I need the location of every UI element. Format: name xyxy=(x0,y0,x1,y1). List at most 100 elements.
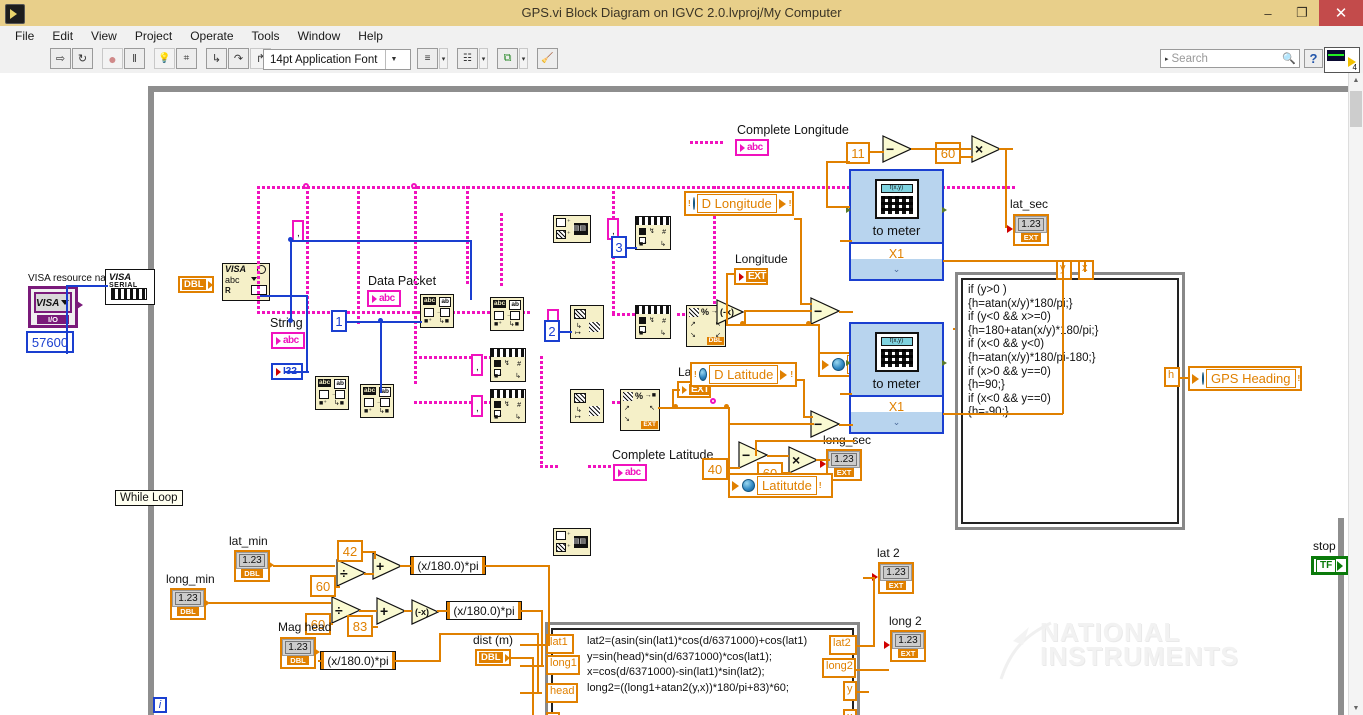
menu-help[interactable]: Help xyxy=(349,27,392,45)
match-pattern-node-2[interactable]: ↯ # ■⁺ ↳ xyxy=(635,305,671,339)
deg-to-rad-lat[interactable]: (x/180.0)*pi xyxy=(410,556,486,575)
string-subset-node-4[interactable]: abc ab → ■⁺ ↳■ xyxy=(490,297,524,331)
search-input[interactable]: ▸ Search 🔍 xyxy=(1160,49,1300,68)
multiply-operator-long-sec[interactable]: × xyxy=(788,446,818,474)
negate-operator-long-min[interactable]: (-x) xyxy=(411,599,439,625)
menu-project[interactable]: Project xyxy=(126,27,181,45)
formula-position-input-lat1[interactable]: lat1 xyxy=(546,634,574,654)
long-min-add-constant[interactable]: 83 xyxy=(347,615,373,637)
font-dropdown-icon[interactable]: ▼ xyxy=(385,50,401,69)
concat-string-node-1[interactable]: ⁺ ⁺ ▤▤ xyxy=(553,215,591,243)
pause-button[interactable]: ‖ xyxy=(124,48,145,69)
formula-node-position-code[interactable]: lat2=(asin(sin(lat1)*cos(d/6371000)+cos(… xyxy=(553,630,852,700)
formula-node-heading[interactable]: if (y>0 ) {h=atan(x/y)*180/pi;} if (y<0 … xyxy=(955,272,1185,530)
formula-heading-input-x[interactable]: x xyxy=(1078,260,1094,280)
visa-resource-name-control[interactable]: VISA I/O xyxy=(28,286,78,328)
string-subset-node-1[interactable]: abc ab → ■⁺ ↳■ xyxy=(315,376,349,410)
formula-position-output-x[interactable]: x xyxy=(843,709,857,715)
comma-string-constant-1[interactable] xyxy=(292,220,304,242)
menu-file[interactable]: File xyxy=(6,27,43,45)
step-into-button[interactable]: ↳ xyxy=(206,48,227,69)
lat2-indicator[interactable]: 1.23 EXT xyxy=(878,562,914,594)
formula-node-position[interactable]: lat2=(asin(sin(lat1)*cos(d/6371000)+cos(… xyxy=(545,622,860,715)
to-meter-express-vi-latitude[interactable]: f(x,y) to meter X1 Result xyxy=(846,322,947,435)
scan-from-string-node-2[interactable]: % →■ ↗ ↖ ↘ EXT xyxy=(620,389,660,431)
minimize-button[interactable]: – xyxy=(1251,0,1285,26)
long-sec-subtract-constant[interactable]: 40 xyxy=(702,458,728,480)
subtract-operator-longitude[interactable]: − xyxy=(810,297,840,325)
lat-min-add-constant[interactable]: 42 xyxy=(337,540,363,562)
restore-button[interactable]: ❐ xyxy=(1285,0,1319,26)
subtract-operator-lat[interactable]: − xyxy=(882,135,912,163)
formula-heading-output-h[interactable]: h xyxy=(1164,367,1180,387)
long-min-control[interactable]: 1.23 DBL xyxy=(170,588,206,620)
formula-position-output-lat2[interactable]: lat2 xyxy=(829,635,857,655)
index-array-node-2[interactable]: ↳ ↦ xyxy=(570,389,604,423)
complete-latitude-indicator[interactable]: abc xyxy=(613,464,647,481)
to-meter-expand-latitude[interactable]: ⌄ xyxy=(849,412,944,434)
index-constant-3[interactable]: 3 xyxy=(611,236,627,258)
iteration-terminal[interactable]: i xyxy=(153,697,167,713)
longitude-indicator[interactable]: EXT xyxy=(734,268,768,285)
run-button[interactable]: ⇨ xyxy=(50,48,71,69)
align-dropdown-icon[interactable]: ▾ xyxy=(439,48,448,69)
scroll-down-icon[interactable]: ▼ xyxy=(1349,701,1363,715)
block-diagram-canvas[interactable]: While Loop i stop TF VISA resource name … xyxy=(0,73,1363,715)
menu-window[interactable]: Window xyxy=(289,27,350,45)
context-help-button[interactable]: ? xyxy=(1304,49,1323,68)
close-button[interactable]: ✕ xyxy=(1319,0,1363,26)
menu-tools[interactable]: Tools xyxy=(243,27,289,45)
menu-edit[interactable]: Edit xyxy=(43,27,82,45)
byte-count-constant[interactable]: DBL xyxy=(178,276,214,293)
add-operator-long-min[interactable]: + xyxy=(376,597,406,625)
scrollbar-thumb[interactable] xyxy=(1350,91,1362,127)
lat-sec-multiply-constant[interactable]: 60 xyxy=(935,142,961,164)
mag-head-control[interactable]: 1.23 DBL xyxy=(280,637,316,669)
lat-sec-indicator[interactable]: 1.23 EXT xyxy=(1013,214,1049,246)
match-pattern-node-1[interactable]: ↯ # ■⁺ ↳ xyxy=(635,216,671,250)
lat-min-control[interactable]: 1.23 DBL xyxy=(234,550,270,582)
abort-execution-button[interactable]: ● xyxy=(102,48,123,69)
menu-view[interactable]: View xyxy=(82,27,126,45)
comma-string-constant-5[interactable] xyxy=(471,395,483,417)
formula-position-input-head[interactable]: head xyxy=(546,683,578,703)
match-pattern-node-4[interactable]: ↯ # ■⁺ ↳ xyxy=(490,389,526,423)
distribute-dropdown-icon[interactable]: ▾ xyxy=(479,48,488,69)
formula-node-heading-code[interactable]: if (y>0 ) {h=atan(x/y)*180/pi;} if (y<0 … xyxy=(963,280,1177,424)
search-arrow-icon[interactable]: ▸ xyxy=(1161,55,1172,63)
index-constant-2[interactable]: 2 xyxy=(544,320,560,342)
align-objects-button[interactable]: ≡ xyxy=(417,48,438,69)
comma-string-constant-4[interactable] xyxy=(471,354,483,376)
long2-indicator[interactable]: 1.23 EXT xyxy=(890,630,926,662)
to-meter-expand-longitude[interactable]: ⌄ xyxy=(849,259,944,281)
visa-configure-serial-port-node[interactable]: VISA SERIAL xyxy=(105,269,155,305)
string-indicator[interactable]: abc xyxy=(271,332,305,349)
vi-icon[interactable]: 4 xyxy=(1324,47,1360,73)
scroll-up-icon[interactable]: ▲ xyxy=(1349,73,1363,87)
formula-heading-input-y[interactable]: y xyxy=(1056,260,1072,280)
run-continuously-button[interactable]: ↻ xyxy=(72,48,93,69)
reorder-button[interactable]: ⧉ xyxy=(497,48,518,69)
retain-wire-values-button[interactable]: ⌗ xyxy=(176,48,197,69)
step-over-button[interactable]: ↷ xyxy=(228,48,249,69)
string-subset-node-2[interactable]: abc ab → ■⁺ ↳■ xyxy=(360,384,394,418)
dist-m-control[interactable]: DBL xyxy=(475,649,511,666)
divide-operator-lat-min[interactable]: ÷ xyxy=(336,559,366,587)
stop-terminal[interactable]: TF xyxy=(1311,556,1349,575)
clean-up-diagram-button[interactable]: 🧹 xyxy=(537,48,558,69)
distribute-objects-button[interactable]: ☷ xyxy=(457,48,478,69)
match-pattern-node-3[interactable]: ↯ # ■⁺ ↳ xyxy=(490,348,526,382)
font-selector[interactable]: 14pt Application Font ▼ xyxy=(263,49,411,70)
global-d-longitude[interactable]: ! D Longitude ! xyxy=(684,191,794,216)
reorder-dropdown-icon[interactable]: ▾ xyxy=(519,48,528,69)
multiply-operator-lat[interactable]: × xyxy=(971,135,1001,163)
search-icon[interactable]: 🔍 xyxy=(1282,52,1299,65)
global-latitutde[interactable]: Latitutde ! xyxy=(728,473,833,498)
complete-longitude-indicator[interactable]: abc xyxy=(735,139,769,156)
deg-to-rad-long[interactable]: (x/180.0)*pi xyxy=(446,601,522,620)
global-d-latitude[interactable]: ! D Latitude ! xyxy=(690,362,797,387)
lat-min-divide-constant[interactable]: 60 xyxy=(310,575,336,597)
index-array-node-1[interactable]: ↳ ↦ xyxy=(570,305,604,339)
global-gps-heading[interactable]: GPS Heading ! xyxy=(1188,366,1302,391)
menu-operate[interactable]: Operate xyxy=(181,27,242,45)
